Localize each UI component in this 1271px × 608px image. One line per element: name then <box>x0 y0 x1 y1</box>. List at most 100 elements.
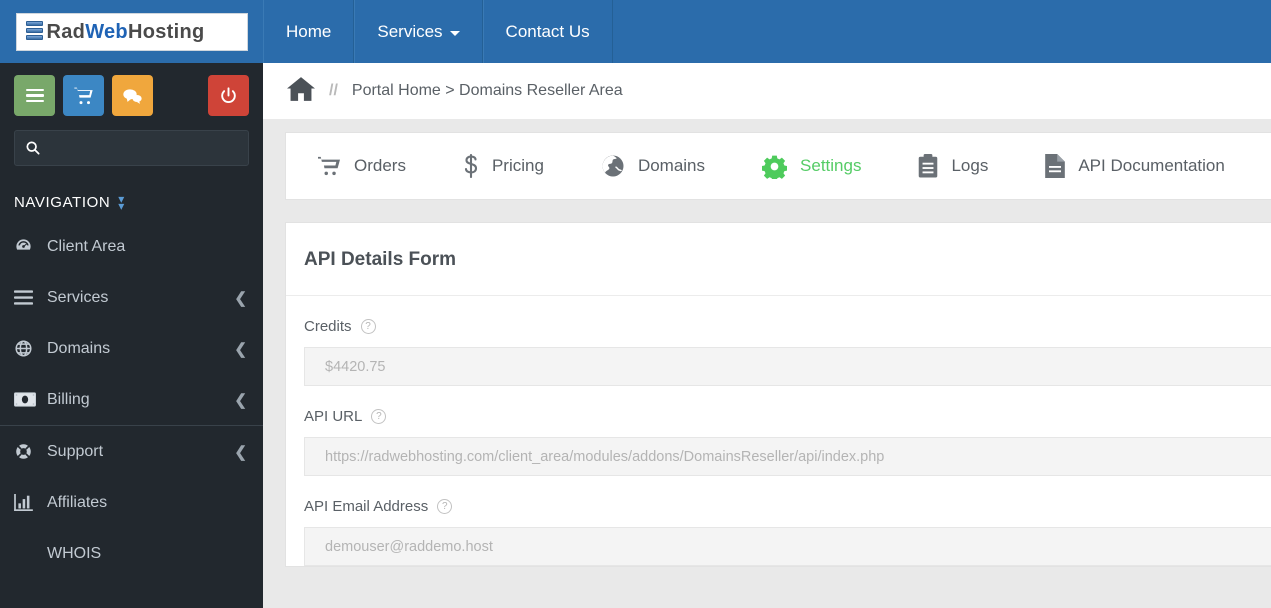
money-bill-icon <box>14 392 36 407</box>
hamburger-icon <box>25 88 44 103</box>
chevron-down-icon <box>449 30 460 36</box>
module-tab-bar: Orders Pricing Domains Settings Logs API… <box>285 132 1271 200</box>
globe-icon <box>602 155 624 177</box>
chevron-left-icon: ❮ <box>234 391 247 409</box>
tab-pricing[interactable]: Pricing <box>432 132 570 200</box>
tab-logs[interactable]: Logs <box>887 132 1014 200</box>
api-url-input[interactable]: https://radwebhosting.com/client_area/mo… <box>304 437 1271 476</box>
chevron-left-icon: ❮ <box>234 443 247 461</box>
sidebar-item-billing[interactable]: Billing ❮ <box>0 374 263 425</box>
sidebar-item-domains[interactable]: Domains ❮ <box>0 323 263 374</box>
sidebar-label-whois: WHOIS <box>47 544 102 562</box>
lifebuoy-icon <box>14 442 40 461</box>
power-icon <box>221 87 236 103</box>
topnav-label-contact-us: Contact Us <box>505 21 590 41</box>
dollar-sign-icon <box>463 154 479 178</box>
dashboard-icon <box>14 237 40 256</box>
sidebar-label-affiliates: Affiliates <box>47 493 108 511</box>
logout-button[interactable] <box>208 75 249 116</box>
field-label-api-email-address: API Email Address ? <box>304 498 1271 515</box>
document-icon <box>1045 154 1066 178</box>
bar-chart-icon <box>14 494 40 511</box>
double-chevron-down-icon: ▾ ▾ <box>118 191 125 213</box>
api-details-form-card: API Details Form Credits ? $4420.75 API … <box>285 222 1271 567</box>
topnav-label-home: Home <box>286 21 332 41</box>
field-label-text-credits: Credits <box>304 318 352 335</box>
tab-label-domains: Domains <box>637 156 706 175</box>
field-label-api-url: API URL ? <box>304 408 1271 425</box>
sidebar-item-whois[interactable]: WHOIS <box>0 528 263 579</box>
chat-button[interactable] <box>112 75 153 116</box>
sidebar-item-client-area[interactable]: Client Area <box>0 221 263 272</box>
field-api-url: API URL ? https://radwebhosting.com/clie… <box>286 386 1271 476</box>
bar-chart-icon <box>14 494 33 511</box>
topnav-item-services[interactable]: Services <box>354 0 483 63</box>
tab-label-settings: Settings <box>800 156 862 175</box>
sidebar-label-client-area: Client Area <box>47 237 126 255</box>
tab-api-documentation[interactable]: API Documentation <box>1014 132 1250 200</box>
tab-label-logs: Logs <box>951 156 989 175</box>
money-bill-icon <box>14 392 40 407</box>
chat-bubbles-icon <box>123 88 142 104</box>
tab-label-api-documentation: API Documentation <box>1078 156 1225 175</box>
breadcrumb: // Portal Home > Domains Reseller Area <box>263 63 1271 119</box>
logo[interactable]: RadWebHosting <box>0 0 263 63</box>
globe-icon <box>14 339 40 358</box>
tab-domains[interactable]: Domains <box>570 132 731 200</box>
clipboard-icon <box>919 154 938 178</box>
topnav-item-contact-us[interactable]: Contact Us <box>482 0 613 63</box>
breadcrumb-separator: // <box>329 82 338 99</box>
page-title: API Details Form <box>286 223 1271 296</box>
lifebuoy-icon <box>16 444 31 459</box>
field-label-credits: Credits ? <box>304 318 1271 335</box>
logo-text-part2: Web <box>85 20 128 43</box>
cart-button[interactable] <box>63 75 104 116</box>
tab-orders[interactable]: Orders <box>286 132 432 200</box>
question-circle-icon[interactable]: ? <box>437 499 453 514</box>
question-circle-icon[interactable]: ? <box>360 319 376 334</box>
clipboard-icon <box>918 154 938 178</box>
sidebar-label-billing: Billing <box>47 390 90 408</box>
field-label-text-api-email-address: API Email Address <box>304 498 429 515</box>
search-box[interactable] <box>14 130 249 166</box>
document-icon <box>1045 154 1066 178</box>
field-credits: Credits ? $4420.75 <box>286 296 1271 386</box>
logo-text-part3: Hosting <box>127 20 205 43</box>
tab-settings[interactable]: Settings <box>731 132 887 200</box>
home-icon[interactable] <box>287 76 315 107</box>
sidebar-action-buttons <box>0 63 263 126</box>
sidebar-label-support: Support <box>47 442 104 460</box>
shopping-cart-icon <box>317 155 341 177</box>
tab-label-orders: Orders <box>354 156 406 175</box>
navigation-header[interactable]: NAVIGATION ▾ ▾ <box>0 166 263 221</box>
navigation-header-label: NAVIGATION <box>14 194 111 211</box>
tab-label-pricing: Pricing <box>491 156 544 175</box>
field-label-text-api-url: API URL <box>304 408 363 425</box>
server-stack-icon <box>25 21 43 42</box>
logo-text-part1: Rad <box>46 20 86 43</box>
sidebar-search <box>0 126 263 166</box>
credits-input[interactable]: $4420.75 <box>304 347 1271 386</box>
gear-icon <box>762 155 788 179</box>
breadcrumb-text[interactable]: Portal Home > Domains Reseller Area <box>352 82 623 100</box>
api-email-address-input[interactable]: demouser@raddemo.host <box>304 527 1271 566</box>
top-navigation: Home Services Contact Us <box>263 0 613 63</box>
field-api-email-address: API Email Address ? demouser@raddemo.hos… <box>286 476 1271 566</box>
sidebar-item-affiliates[interactable]: Affiliates <box>0 477 263 528</box>
sidebar-item-services[interactable]: Services ❮ <box>0 272 263 323</box>
topnav-item-home[interactable]: Home <box>263 0 355 63</box>
sidebar-item-support[interactable]: Support ❮ <box>0 426 263 477</box>
hamburger-icon <box>14 290 40 305</box>
chevron-left-icon: ❮ <box>234 340 247 358</box>
topnav-label-services: Services <box>377 21 443 41</box>
search-input[interactable] <box>49 140 238 156</box>
question-circle-icon[interactable]: ? <box>371 409 387 424</box>
menu-toggle-button[interactable] <box>14 75 55 116</box>
search-icon <box>26 141 40 155</box>
shopping-cart-icon <box>74 87 93 104</box>
sidebar-label-services: Services <box>47 288 109 306</box>
globe-icon <box>601 154 625 178</box>
chevron-left-icon: ❮ <box>234 289 247 307</box>
main-content: // Portal Home > Domains Reseller Area O… <box>263 63 1271 608</box>
page-root: RadWebHosting Home Services Contact Us N… <box>0 0 1271 608</box>
